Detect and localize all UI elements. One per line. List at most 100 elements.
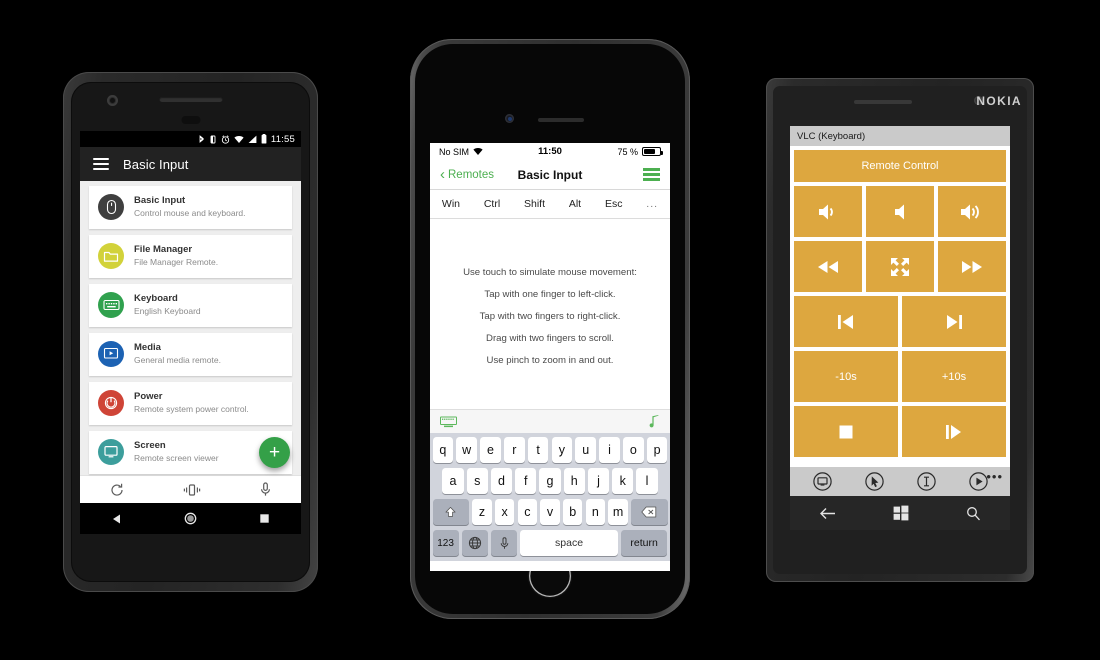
key-s[interactable]: s <box>466 468 488 494</box>
globe-icon[interactable] <box>461 530 488 556</box>
android-bottom-toolbar <box>80 475 301 503</box>
touchpad-area[interactable]: Use touch to simulate mouse movement: Ta… <box>430 219 670 409</box>
key-p[interactable]: p <box>646 437 668 463</box>
fullscreen-button[interactable] <box>866 241 934 292</box>
key-z[interactable]: z <box>472 499 492 525</box>
vibrate-phone-icon[interactable] <box>183 483 201 497</box>
list-item[interactable]: Media General media remote. <box>89 333 292 376</box>
key-t[interactable]: t <box>527 437 549 463</box>
media-icon <box>98 341 124 367</box>
volume-down-button[interactable] <box>866 186 934 237</box>
list-item-title: Screen <box>134 440 166 451</box>
music-note-icon[interactable] <box>649 414 660 429</box>
android-screen: 11:55 Basic Input Basic Input Control mo… <box>80 131 301 534</box>
search-icon[interactable] <box>966 506 981 521</box>
key-u[interactable]: u <box>575 437 597 463</box>
keyboard-row-2: a s d f g h j k l <box>433 468 668 494</box>
list-item-subtitle: File Manager Remote. <box>134 257 219 267</box>
seek-forward-10s-button[interactable]: +10s <box>902 351 1006 402</box>
key-c[interactable]: c <box>517 499 538 525</box>
key-b[interactable]: b <box>562 499 583 525</box>
key-h[interactable]: h <box>563 468 585 494</box>
wifi-icon <box>234 135 244 143</box>
list-item-subtitle: Control mouse and keyboard. <box>134 208 246 218</box>
key-q[interactable]: q <box>432 437 454 463</box>
key-r[interactable]: r <box>503 437 525 463</box>
more-modifiers-button[interactable]: ... <box>646 198 658 210</box>
key-o[interactable]: o <box>623 437 644 463</box>
key-k[interactable]: k <box>612 468 634 494</box>
shift-icon[interactable] <box>432 499 469 525</box>
list-item[interactable]: Power Remote system power control. <box>89 382 292 425</box>
back-triangle-icon[interactable] <box>111 513 123 525</box>
key-n[interactable]: n <box>585 499 606 525</box>
microphone-icon[interactable] <box>260 482 271 497</box>
microphone-icon[interactable] <box>491 530 518 556</box>
modifier-key-esc[interactable]: Esc <box>605 198 623 210</box>
stop-button[interactable] <box>794 406 898 457</box>
modifier-key-shift[interactable]: Shift <box>524 198 545 210</box>
chevron-left-icon: ‹ <box>440 166 445 183</box>
hamburger-menu-icon[interactable] <box>643 168 660 181</box>
remote-control-label: Remote Control <box>861 160 939 172</box>
volume-up-button[interactable] <box>938 186 1006 237</box>
alarm-icon <box>221 134 230 144</box>
modifier-key-ctrl[interactable]: Ctrl <box>484 198 500 210</box>
more-options-button[interactable]: ••• <box>986 470 1003 483</box>
keyboard-icon[interactable] <box>440 416 457 428</box>
android-remote-list: Basic Input Control mouse and keyboard. … <box>80 181 301 475</box>
key-e[interactable]: e <box>480 437 501 463</box>
list-item[interactable]: Basic Input Control mouse and keyboard. <box>89 186 292 229</box>
key-w[interactable]: w <box>456 437 477 463</box>
play-icon[interactable] <box>968 472 988 491</box>
key-f[interactable]: f <box>515 468 537 494</box>
key-v[interactable]: v <box>540 499 560 525</box>
fast-forward-button[interactable] <box>938 241 1006 292</box>
battery-icon <box>261 134 267 144</box>
button-row-track <box>794 296 1006 347</box>
rewind-button[interactable] <box>794 241 862 292</box>
key-l[interactable]: l <box>636 468 658 494</box>
key-g[interactable]: g <box>539 468 561 494</box>
key-m[interactable]: m <box>608 499 628 525</box>
key-space[interactable]: space <box>520 530 618 556</box>
key-return[interactable]: return <box>620 530 668 556</box>
add-remote-fab[interactable]: + <box>259 437 290 468</box>
key-d[interactable]: d <box>490 468 513 494</box>
wifi-icon <box>473 147 483 155</box>
key-j[interactable]: j <box>587 468 610 494</box>
key-a[interactable]: a <box>442 468 464 494</box>
modifier-key-win[interactable]: Win <box>442 198 460 210</box>
list-item[interactable]: Keyboard English Keyboard <box>89 284 292 327</box>
frame-step-button[interactable] <box>902 406 1006 457</box>
frame-step-icon <box>946 424 961 439</box>
volume-mute-button[interactable] <box>794 186 862 237</box>
key-y[interactable]: y <box>551 437 573 463</box>
hamburger-menu-icon[interactable] <box>93 158 109 170</box>
next-track-button[interactable] <box>902 296 1006 347</box>
key-i[interactable]: i <box>599 437 620 463</box>
remote-control-header-button[interactable]: Remote Control <box>794 150 1006 182</box>
refresh-icon[interactable] <box>110 483 124 497</box>
mouse-icon <box>98 194 124 220</box>
cursor-icon[interactable] <box>864 472 884 491</box>
windows-start-icon[interactable] <box>893 505 909 521</box>
backspace-icon[interactable] <box>631 499 668 525</box>
list-item[interactable]: File Manager File Manager Remote. <box>89 235 292 278</box>
list-item-subtitle: English Keyboard <box>134 306 201 316</box>
recents-square-icon[interactable] <box>259 513 270 524</box>
back-button[interactable]: ‹ Remotes <box>440 167 494 182</box>
key-x[interactable]: x <box>494 499 515 525</box>
seek-back-10s-button[interactable]: -10s <box>794 351 898 402</box>
back-arrow-icon[interactable] <box>819 507 836 520</box>
screen-icon[interactable] <box>812 472 832 491</box>
modifier-key-alt[interactable]: Alt <box>569 198 581 210</box>
previous-track-button[interactable] <box>794 296 898 347</box>
keyboard-row-3: z x c v b n m <box>432 499 668 525</box>
key-numbers[interactable]: 123 <box>432 530 459 556</box>
folder-icon <box>98 243 124 269</box>
text-cursor-icon[interactable] <box>916 472 936 491</box>
keyboard-row-4: 123 space return <box>432 530 668 556</box>
monitor-icon <box>98 439 124 465</box>
home-circle-icon[interactable] <box>184 512 197 525</box>
